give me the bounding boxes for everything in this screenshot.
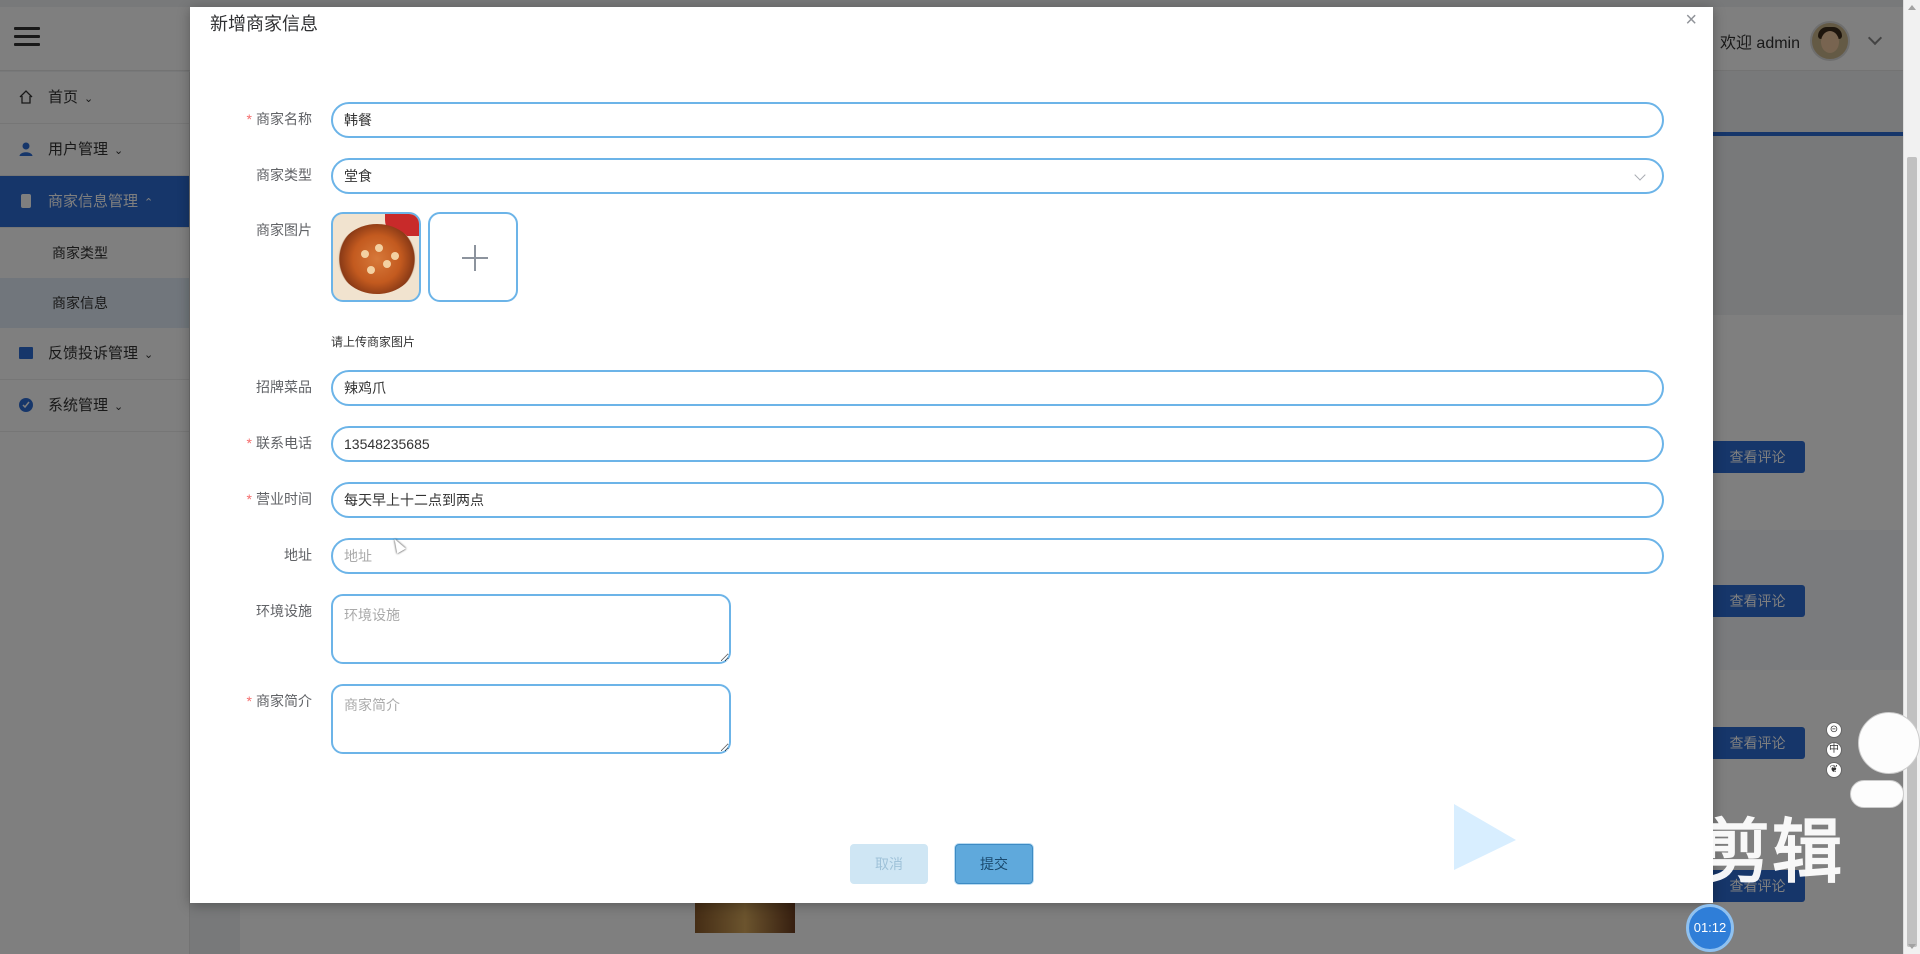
scroll-down-icon[interactable] xyxy=(1908,944,1916,949)
scroll-up-icon[interactable] xyxy=(1908,5,1916,10)
mascot-paws-icon xyxy=(1850,780,1904,808)
merchant-image-label: 商家图片 xyxy=(256,222,312,238)
select-value: 堂食 xyxy=(344,168,372,184)
dialog-title: 新增商家信息 xyxy=(210,14,318,34)
intro-textarea[interactable] xyxy=(331,684,731,754)
merchant-type-select[interactable]: 堂食 xyxy=(331,158,1664,194)
image-upload-button[interactable] xyxy=(428,212,518,302)
add-merchant-dialog: 新增商家信息 × *商家名称 商家类型 堂食 商家图片 请上传商家图片 招牌菜品… xyxy=(190,7,1713,903)
cancel-button[interactable]: 取消 xyxy=(850,844,928,884)
label-text: 商家名称 xyxy=(256,111,312,127)
uploaded-image-thumbnail[interactable] xyxy=(331,212,421,302)
video-editor-logo-icon xyxy=(1454,804,1516,870)
label-text: 商家简介 xyxy=(256,693,312,709)
plus-icon-vertical xyxy=(474,245,476,271)
merchant-type-label: 商家类型 xyxy=(256,167,312,183)
address-label: 地址 xyxy=(284,547,312,563)
chevron-down-icon xyxy=(1634,169,1646,181)
business-hours-label: * 营业时间 xyxy=(190,489,312,509)
phone-input[interactable] xyxy=(331,426,1664,462)
close-icon[interactable]: × xyxy=(1685,9,1697,32)
merchant-name-label: * 商家名称 xyxy=(190,109,312,129)
signature-dish-label: 招牌菜品 xyxy=(256,379,312,395)
intro-label: * 商家简介 xyxy=(190,691,312,711)
address-input[interactable] xyxy=(331,538,1664,574)
required-mark: * xyxy=(246,693,252,709)
mascot-icon[interactable] xyxy=(1858,712,1920,774)
facilities-textarea[interactable] xyxy=(331,594,731,664)
label-text: 营业时间 xyxy=(256,491,312,507)
signature-dish-input[interactable] xyxy=(331,370,1664,406)
minimize-chip-icon[interactable]: ⊝ xyxy=(1826,722,1842,738)
required-mark: * xyxy=(246,435,252,451)
phone-label: * 联系电话 xyxy=(190,433,312,453)
language-chip-icon[interactable]: 中 xyxy=(1826,742,1842,758)
watermark-text: 剪辑 xyxy=(1700,813,1844,891)
facilities-label: 环境设施 xyxy=(256,603,312,619)
business-hours-input[interactable] xyxy=(331,482,1664,518)
scroll-thumb[interactable] xyxy=(1907,157,1917,947)
merchant-name-input[interactable] xyxy=(331,102,1664,138)
skin-chip-icon[interactable]: ❦ xyxy=(1826,762,1842,778)
required-mark: * xyxy=(246,111,252,127)
submit-button[interactable]: 提交 xyxy=(955,844,1033,884)
recording-timer[interactable]: 01:12 xyxy=(1686,904,1734,952)
upload-tip: 请上传商家图片 xyxy=(331,335,416,349)
required-mark: * xyxy=(246,491,252,507)
page-scrollbar[interactable] xyxy=(1903,0,1920,954)
label-text: 联系电话 xyxy=(256,435,312,451)
